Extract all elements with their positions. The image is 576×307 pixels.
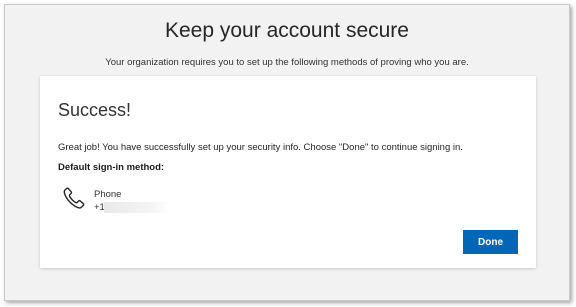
success-heading: Success! [58, 100, 132, 120]
success-message: Great job! You have successfully set up … [58, 142, 463, 153]
success-card: Success! Great job! You have successfull… [40, 76, 536, 268]
page-subtitle: Your organization requires you to set up… [105, 57, 469, 68]
default-method-label: Default sign-in method: [58, 162, 165, 173]
phone-icon [62, 186, 86, 210]
default-method-item: Phone +1 [62, 184, 222, 213]
done-button[interactable]: Done [463, 230, 518, 254]
setup-window: Keep your account secure Your organizati… [4, 4, 570, 301]
page-title: Keep your account secure [165, 19, 409, 42]
redacted-phone-digits [104, 202, 170, 213]
method-name: Phone [94, 189, 122, 200]
